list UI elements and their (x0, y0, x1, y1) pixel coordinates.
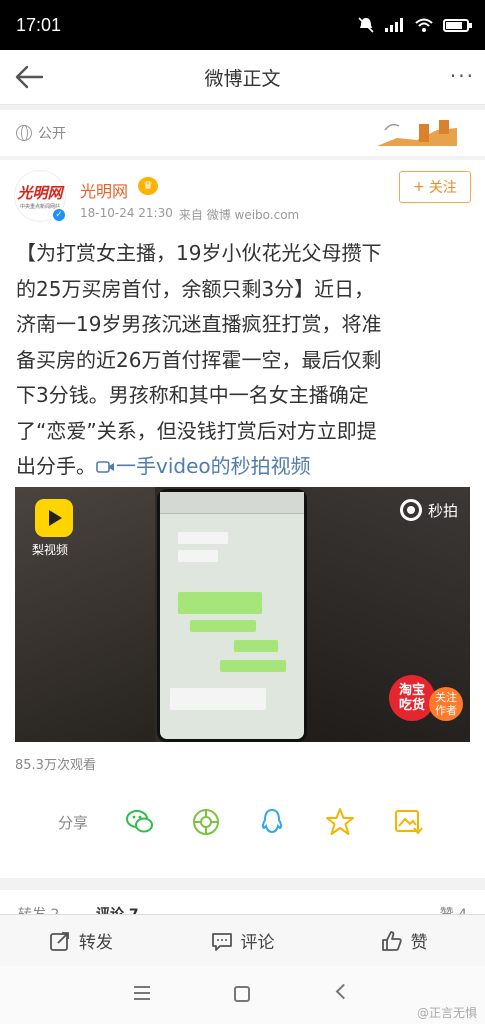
like-button[interactable]: 赞 (323, 915, 485, 966)
post-text-line: 【为打赏女主播，19岁小伙花光父母攒下 (16, 241, 382, 265)
mute-icon (358, 17, 374, 33)
chat-bubble (178, 532, 228, 544)
chat-bubble (178, 550, 218, 562)
pear-video-label: 梨视频 (32, 543, 69, 557)
globe-icon (16, 125, 32, 141)
qzone-icon[interactable] (324, 806, 356, 838)
page-title: 微博正文 (204, 67, 281, 90)
video-follow-label-1: 关注 (435, 691, 457, 704)
author-name[interactable]: 光明网 (80, 178, 128, 202)
pear-video-logo-icon (35, 499, 73, 537)
watermark: @正言无惧 (416, 1006, 477, 1020)
post-text-line: 备买房的近26万首付挥霍一空，最后仅剩 (16, 347, 382, 372)
view-count: 85.3万次观看 (15, 758, 96, 773)
post-text-line: 了“恋爱”关系，但没钱打赏后对方立即提 (16, 418, 377, 443)
system-back-icon[interactable] (335, 983, 352, 1000)
chat-bubble (170, 688, 266, 710)
video-frame-phone (157, 489, 307, 742)
post-text-line: 的25万买房首付，余额只剩3分】近日， (16, 276, 375, 301)
status-bar: 17:01 (0, 0, 485, 50)
comment-button[interactable]: 评论 (162, 915, 324, 966)
back-arrow-icon[interactable] (12, 60, 46, 94)
video-follow-label-2: 作者 (435, 704, 457, 717)
chat-bubble (220, 660, 286, 672)
like-label: 赞 (410, 933, 428, 953)
more-menu-icon[interactable]: ··· (450, 64, 475, 88)
status-time: 17:01 (16, 14, 62, 35)
wifi-icon (415, 18, 433, 32)
video-link-icon (96, 461, 114, 473)
battery-fill (446, 21, 462, 29)
follow-label: 关注 (428, 180, 457, 196)
system-nav-bar: @正言无惧 (0, 966, 485, 1024)
video-player[interactable]: 梨视频 秒拍 淘宝 吃货 关注 作者 (15, 487, 470, 742)
repost-label: 转发 (78, 933, 113, 953)
vip-crown-icon: ♛ (138, 177, 158, 195)
video-link[interactable]: 一手video的秒拍视频 (96, 454, 311, 478)
author-logo-text: 光明网 (17, 184, 63, 202)
video-link-text: 一手video的秒拍视频 (116, 454, 311, 478)
plus-icon: + (413, 179, 425, 195)
comment-icon (211, 932, 232, 951)
follow-button[interactable]: + 关注 (399, 171, 471, 203)
miaopai-brand: 秒拍 (399, 499, 458, 521)
battery-icon (443, 18, 472, 32)
moments-icon[interactable] (190, 806, 222, 838)
miaopai-label: 秒拍 (427, 501, 458, 520)
post-text-line: 出分手。 一手video的秒拍视频 (16, 449, 472, 485)
post-text-line: 下3分钱。男孩称和其中一名女主播确定 (16, 383, 369, 407)
share-row: 分享 (0, 804, 485, 840)
chat-bubble (190, 620, 256, 632)
post-meta: 18-10-24 21:30 来自 微博 weibo.com (80, 206, 299, 223)
action-bar: 转发 评论 赞 (0, 914, 485, 966)
video-follow-author-button[interactable]: 关注 作者 (429, 687, 463, 721)
save-image-icon[interactable] (392, 806, 424, 838)
qq-icon[interactable] (256, 806, 288, 838)
repost-button[interactable]: 转发 (0, 915, 162, 966)
post-text-end: 出分手。 (16, 454, 96, 478)
phone-header (160, 492, 304, 514)
status-icons (357, 16, 472, 34)
post-card: 光明网 中央重点新闻网站 ✓ 光明网 ♛ 18-10-24 21:30 来自 微… (0, 160, 485, 878)
post-source: 来自 微博 weibo.com (178, 208, 300, 222)
post-text-line: 济南一19岁男孩沉迷直播疯狂打赏，将准 (16, 312, 382, 336)
chat-bubble (178, 592, 262, 614)
miaopai-eye-icon (399, 499, 422, 521)
post-timestamp: 18-10-24 21:30 (80, 206, 173, 220)
chat-bubble (234, 640, 278, 652)
great-wall-icon (377, 120, 457, 146)
share-label: 分享 (58, 814, 89, 832)
repost-icon (49, 931, 69, 951)
wechat-icon[interactable] (124, 806, 156, 838)
comment-label: 评论 (240, 933, 275, 953)
post-text: 【为打赏女主播，19岁小伙花光父母攒下 的25万买房首付，余额只剩3分】近日， … (16, 236, 472, 485)
verified-badge-icon: ✓ (51, 207, 67, 223)
visibility-label: 公开 (38, 126, 66, 142)
visibility-row: 公开 (0, 110, 485, 156)
menu-icon[interactable] (134, 986, 150, 1000)
home-icon[interactable] (234, 986, 250, 1002)
signal-icon (385, 18, 403, 32)
nav-bar: 微博正文 ··· (0, 50, 485, 105)
thumbs-up-icon (381, 930, 402, 951)
